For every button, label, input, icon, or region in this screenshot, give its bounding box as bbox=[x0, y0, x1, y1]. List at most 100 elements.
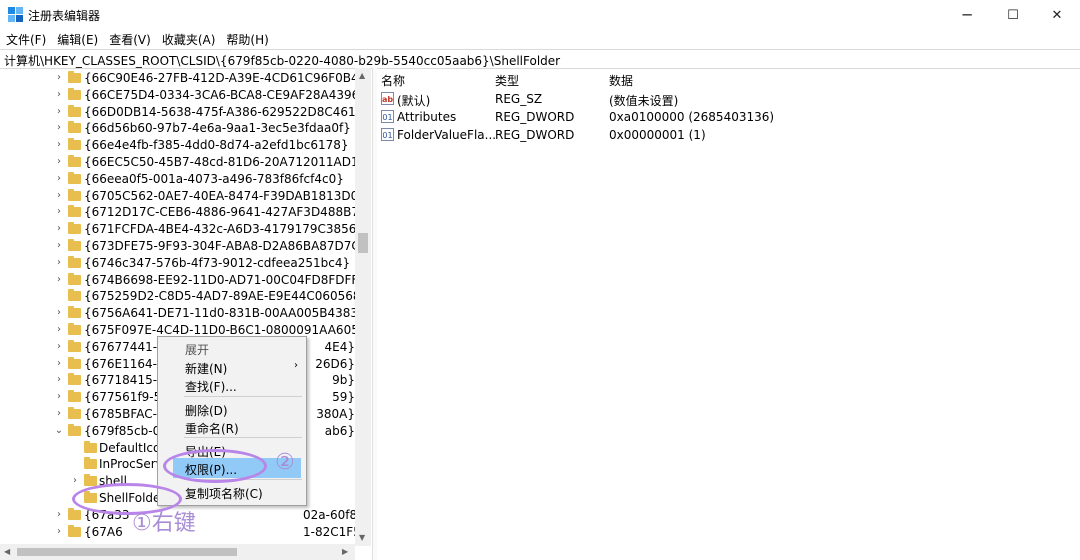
tree-key[interactable]: › {6746c347-576b-4f73-9012-cdfeea251bc4} bbox=[0, 255, 355, 272]
scroll-right-icon[interactable]: ▶ bbox=[342, 547, 348, 556]
tree-key-label: {679f85cb-02 bbox=[84, 423, 168, 438]
tree-key[interactable]: {675259D2-C8D5-4AD7-89AE-E9E44C060568} bbox=[0, 288, 368, 305]
tree-key[interactable]: › {6712D17C-CEB6-4886-9641-427AF3D488B7} bbox=[0, 204, 367, 221]
tree-key[interactable]: › {66D0DB14-5638-475f-A386-629522D8C461} bbox=[0, 104, 363, 121]
scroll-thumb[interactable] bbox=[358, 233, 368, 253]
tree-key-label: {66eea0f5-001a-4073-a496-783f86fcf4c0} bbox=[84, 171, 344, 186]
address-path[interactable]: 计算机\HKEY_CLASSES_ROOT\CLSID\{679f85cb-02… bbox=[4, 52, 560, 69]
tree-key-label-tail: 26D6} bbox=[315, 356, 355, 371]
maximize-button[interactable]: ☐ bbox=[990, 0, 1036, 30]
ctx-expand[interactable]: 展开 bbox=[158, 338, 306, 358]
folder-icon bbox=[68, 171, 81, 184]
collapse-arrow-icon[interactable]: ⌄ bbox=[54, 425, 64, 436]
folder-icon bbox=[68, 71, 81, 83]
expand-arrow-icon[interactable]: › bbox=[70, 475, 80, 486]
annotation-step1-label: ①右键 bbox=[132, 511, 196, 536]
folder-icon bbox=[68, 373, 81, 386]
tree-key[interactable]: › {66d56b60-97b7-4e6a-9aa1-3ec5e3fdaa0f} bbox=[0, 120, 355, 137]
tree-key[interactable]: › {671FCFDA-4BE4-432c-A6D3-4179179C3856} bbox=[0, 221, 364, 238]
folder-icon bbox=[68, 222, 81, 235]
scroll-left-icon[interactable]: ◀ bbox=[4, 547, 10, 556]
value-data: 0xa0100000 (2685403136) bbox=[609, 110, 775, 124]
folder-icon bbox=[68, 323, 81, 335]
folder-icon bbox=[84, 440, 97, 453]
tree-key-label-tail: 380A} bbox=[316, 407, 355, 421]
menu-help[interactable]: 帮助(H) bbox=[220, 29, 273, 47]
value-name: (默认) bbox=[397, 94, 431, 108]
tree-key[interactable]: › {673DFE75-9F93-304F-ABA8-D2A86BA87D7C} bbox=[0, 238, 367, 255]
menu-favorites[interactable]: 收藏夹(A) bbox=[156, 29, 221, 47]
value-type: REG_DWORD bbox=[495, 110, 575, 124]
address-bar[interactable]: 计算机\HKEY_CLASSES_ROOT\CLSID\{679f85cb-02… bbox=[0, 49, 1080, 69]
expand-arrow-icon[interactable]: › bbox=[54, 509, 64, 520]
expand-arrow-icon[interactable]: › bbox=[54, 358, 64, 369]
tree-key-label: {66EC5C50-45B7-48cd-81D6-20A712011AD1} bbox=[84, 155, 367, 169]
values-pane[interactable]: 名称 类型 数据 ab (默认) REG_SZ (数值未设置) 01 Attri… bbox=[377, 68, 1080, 560]
folder-icon bbox=[68, 188, 81, 201]
tree-key[interactable]: › {66e4e4fb-f385-4dd0-8d74-a2efd1bc6178} bbox=[0, 137, 355, 154]
title-bar: 注册表编辑器 ─ ☐ ✕ bbox=[0, 0, 1080, 30]
folder-icon bbox=[68, 339, 81, 352]
value-type: REG_SZ bbox=[495, 92, 543, 106]
tree-key[interactable]: › {66C90E46-27FB-412D-A39E-4CD61C96F0B4} bbox=[0, 70, 366, 87]
tree-key-label-tail: 9b} bbox=[332, 373, 355, 388]
value-row[interactable]: 01 FolderValueFla... REG_DWORD 0x0000000… bbox=[377, 126, 1077, 144]
expand-arrow-icon[interactable]: › bbox=[54, 106, 64, 117]
scroll-down-icon[interactable]: ▼ bbox=[359, 533, 365, 542]
close-button[interactable]: ✕ bbox=[1034, 0, 1080, 30]
expand-arrow-icon[interactable]: › bbox=[54, 139, 64, 150]
menu-file[interactable]: 文件(F) bbox=[0, 29, 51, 47]
column-header-name[interactable]: 名称 bbox=[381, 72, 405, 89]
tree-key[interactable]: › {674B6698-EE92-11D0-AD71-00C04FD8FDFF} bbox=[0, 272, 366, 289]
folder-icon bbox=[68, 507, 81, 520]
column-header-data[interactable]: 数据 bbox=[609, 72, 633, 89]
tree-key[interactable]: › {6756A641-DE71-11d0-831B-00AA005B4383} bbox=[0, 305, 366, 322]
expand-arrow-icon[interactable]: › bbox=[54, 72, 64, 83]
value-data: 0x00000001 (1) bbox=[609, 128, 706, 142]
string-value-icon: ab bbox=[381, 92, 394, 105]
expand-arrow-icon[interactable]: › bbox=[54, 173, 64, 184]
expand-arrow-icon[interactable]: › bbox=[54, 324, 64, 335]
tree-key[interactable]: › {66EC5C50-45B7-48cd-81D6-20A712011AD1} bbox=[0, 154, 366, 171]
expand-arrow-icon[interactable]: › bbox=[54, 122, 64, 133]
tree-key-label: {66CE75D4-0334-3CA6-BCA8-CE9AF28A4396} bbox=[84, 87, 367, 102]
expand-arrow-icon[interactable]: › bbox=[54, 206, 64, 217]
tree-key-label: {6746c347-576b-4f73-9012-cdfeea251bc4} bbox=[84, 255, 351, 270]
tree-vertical-scrollbar[interactable]: ▲ ▼ bbox=[355, 68, 371, 546]
column-header-type[interactable]: 类型 bbox=[495, 72, 519, 89]
folder-icon bbox=[68, 407, 81, 419]
value-row[interactable]: ab (默认) REG_SZ (数值未设置) bbox=[377, 90, 1077, 108]
tree-key[interactable]: › {66eea0f5-001a-4073-a496-783f86fcf4c0} bbox=[0, 171, 355, 188]
expand-arrow-icon[interactable]: › bbox=[54, 341, 64, 352]
dword-value-icon: 01 bbox=[381, 110, 394, 123]
menu-edit[interactable]: 编辑(E) bbox=[51, 29, 103, 47]
expand-arrow-icon[interactable]: › bbox=[54, 307, 64, 318]
expand-arrow-icon[interactable]: › bbox=[54, 89, 64, 100]
tree-key[interactable]: › {66CE75D4-0334-3CA6-BCA8-CE9AF28A4396} bbox=[0, 87, 367, 104]
expand-arrow-icon[interactable]: › bbox=[54, 190, 64, 201]
folder-icon bbox=[68, 239, 81, 251]
expand-arrow-icon[interactable]: › bbox=[54, 374, 64, 385]
ctx-rename[interactable]: 重命名(R) bbox=[158, 417, 306, 437]
tree-key-label: {673DFE75-9F93-304F-ABA8-D2A86BA87D7C} bbox=[84, 239, 368, 253]
tree-key[interactable]: › {6705C562-0AE7-40EA-8474-F39DAB1813D0} bbox=[0, 188, 366, 205]
expand-arrow-icon[interactable]: › bbox=[54, 391, 64, 402]
expand-arrow-icon[interactable]: › bbox=[54, 156, 64, 167]
scroll-thumb-horizontal[interactable] bbox=[17, 548, 237, 556]
ctx-new[interactable]: 新建(N) › bbox=[158, 357, 306, 377]
tree-horizontal-scrollbar[interactable]: ◀ ▶ bbox=[0, 544, 355, 560]
expand-arrow-icon[interactable]: › bbox=[54, 408, 64, 419]
folder-icon bbox=[68, 138, 81, 151]
expand-arrow-icon[interactable]: › bbox=[54, 526, 64, 537]
expand-arrow-icon[interactable]: › bbox=[54, 223, 64, 234]
expand-arrow-icon[interactable]: › bbox=[54, 257, 64, 268]
menu-view[interactable]: 查看(V) bbox=[103, 29, 156, 47]
tree-key-label: {671FCFDA-4BE4-432c-A6D3-4179179C3856} bbox=[84, 222, 365, 237]
ctx-delete[interactable]: 删除(D) bbox=[158, 399, 306, 419]
expand-arrow-icon[interactable]: › bbox=[54, 274, 64, 285]
expand-arrow-icon[interactable]: › bbox=[54, 240, 64, 251]
ctx-find[interactable]: 查找(F)... bbox=[158, 375, 306, 395]
scroll-up-icon[interactable]: ▲ bbox=[359, 71, 365, 80]
value-row[interactable]: 01 Attributes REG_DWORD 0xa0100000 (2685… bbox=[377, 108, 1077, 126]
minimize-button[interactable]: ─ bbox=[944, 0, 990, 30]
